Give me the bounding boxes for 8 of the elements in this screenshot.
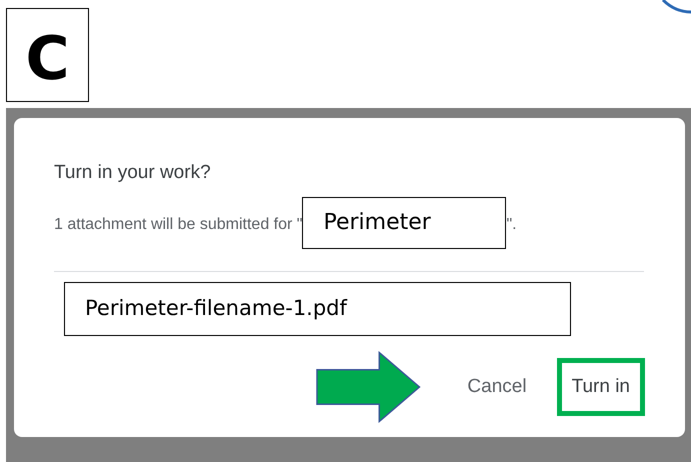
message-end-text: ". bbox=[506, 216, 517, 234]
attachment-callout: Perimeter-filename-1.pdf bbox=[64, 282, 571, 336]
cancel-button[interactable]: Cancel bbox=[451, 360, 543, 414]
dialog-title: Turn in your work? bbox=[54, 162, 212, 184]
assignment-name-callout: Perimeter bbox=[302, 197, 506, 249]
panel-label: C bbox=[6, 8, 89, 102]
turn-in-button[interactable]: Turn in bbox=[556, 358, 645, 416]
message-text: 1 attachment will be submitted for " bbox=[54, 216, 302, 234]
